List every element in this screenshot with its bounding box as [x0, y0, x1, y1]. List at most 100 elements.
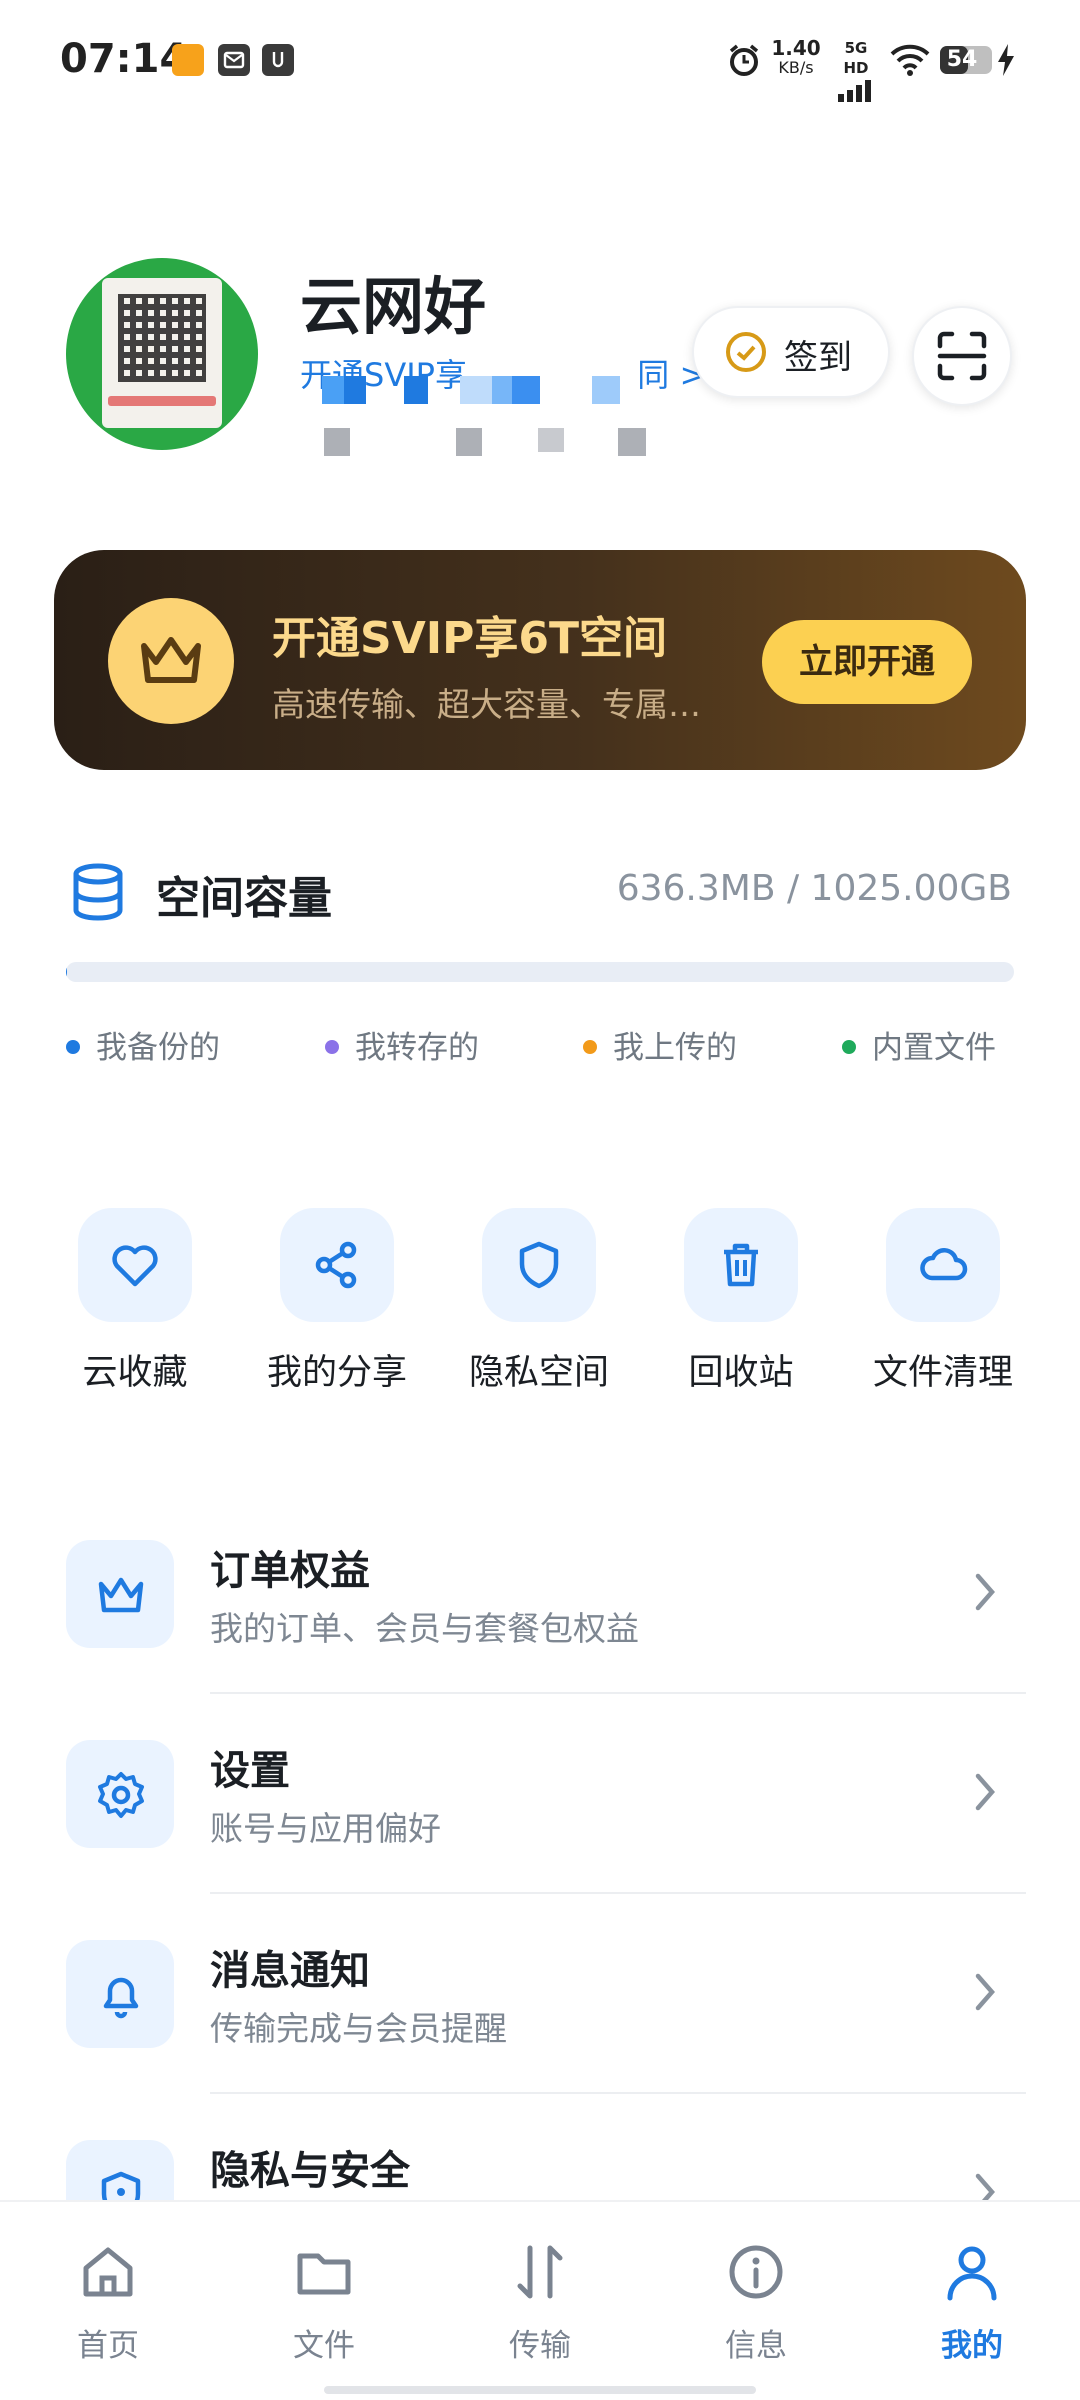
quick-action-tile	[886, 1208, 1000, 1322]
legend-label: 内置文件	[872, 1030, 996, 1066]
menu-icon-tile	[66, 1940, 174, 2048]
cloud-icon	[920, 1248, 968, 1281]
charging-icon	[996, 44, 1016, 80]
menu-item-settings[interactable]: 设置 账号与应用偏好	[0, 1740, 1080, 1940]
legend-item-saved: 我转存的	[325, 1022, 479, 1067]
username: 云网好	[300, 270, 487, 343]
legend-item-backup: 我备份的	[66, 1022, 220, 1067]
svip-banner[interactable]: 开通SVIP享6T空间 高速传输、超大容量、专属… 立即开通	[54, 550, 1026, 770]
quick-action-private-space[interactable]: 隐私空间	[438, 1208, 638, 1398]
home-icon	[83, 2247, 133, 2297]
taobao-app-icon	[172, 44, 204, 76]
qr-image	[118, 294, 206, 382]
checkin-label: 签到	[784, 338, 852, 378]
shield-icon	[519, 1241, 559, 1289]
gear-icon	[98, 1772, 144, 1818]
heart-icon	[112, 1245, 158, 1287]
menu-item-orders[interactable]: 订单权益 我的订单、会员与套餐包权益	[0, 1540, 1080, 1740]
signal-icon	[838, 80, 871, 102]
menu-title: 设置	[210, 1748, 290, 1794]
avatar-qr-card	[102, 278, 222, 428]
quick-action-tile	[280, 1208, 394, 1322]
battery-indicator: 54	[940, 46, 992, 74]
menu-divider	[210, 1892, 1026, 1894]
quick-action-label: 我的分享	[266, 1353, 407, 1393]
nav-label: 我的	[941, 2328, 1003, 2364]
menu-title: 订单权益	[210, 1548, 370, 1594]
crown-icon	[98, 1577, 144, 1613]
network-type-label: 5G HD	[843, 39, 869, 77]
redacted-id	[300, 428, 660, 458]
menu-title: 隐私与安全	[210, 2148, 410, 2194]
open-svip-button[interactable]: 立即开通	[762, 620, 972, 704]
storage-usage: 636.3MB / 1025.00GB	[616, 868, 1012, 909]
quick-action-label: 回收站	[688, 1353, 794, 1393]
user-icon	[947, 2246, 997, 2301]
bell-icon	[103, 1977, 139, 2019]
info-icon	[729, 2245, 783, 2299]
chevron-right-icon	[975, 1773, 995, 1811]
status-bar: 07:14 1.40 KB/s 5G HD 54	[0, 0, 1080, 120]
nav-mine[interactable]: 我的	[872, 2242, 1072, 2372]
menu-subtitle: 传输完成与会员提醒	[210, 2009, 507, 2048]
legend-label: 我上传的	[613, 1030, 737, 1066]
net-speed-unit: KB/s	[778, 58, 814, 77]
quick-action-label: 云收藏	[82, 1353, 188, 1393]
legend-dot	[842, 1039, 856, 1054]
legend-label: 我转存的	[355, 1030, 479, 1066]
legend-dot	[325, 1039, 339, 1054]
quick-action-tile	[78, 1208, 192, 1322]
folder-icon	[297, 2253, 351, 2295]
quick-action-label: 文件清理	[872, 1353, 1013, 1393]
quick-action-shares[interactable]: 我的分享	[236, 1208, 436, 1398]
menu-divider	[210, 1692, 1026, 1694]
storage-progress-fill	[66, 962, 67, 982]
battery-level: 54	[946, 47, 978, 72]
database-icon	[70, 862, 126, 922]
legend-dot	[66, 1039, 80, 1054]
nav-home[interactable]: 首页	[8, 2242, 208, 2372]
scan-icon	[937, 331, 987, 381]
quick-action-recycle-bin[interactable]: 回收站	[640, 1208, 840, 1398]
quick-action-label: 隐私空间	[468, 1353, 609, 1393]
avatar[interactable]	[66, 258, 258, 450]
nav-label: 文件	[293, 2328, 355, 2364]
quick-action-tile	[684, 1208, 798, 1322]
net-speed-value: 1.40	[771, 36, 821, 60]
network-type: 5G HD	[830, 38, 882, 102]
nav-label: 首页	[77, 2328, 139, 2364]
crown-icon	[141, 637, 201, 683]
share-icon	[315, 1241, 357, 1289]
nav-transfer[interactable]: 传输	[440, 2242, 640, 2372]
quick-action-tile	[482, 1208, 596, 1322]
menu-subtitle: 我的订单、会员与套餐包权益	[210, 1609, 639, 1648]
alarm-icon	[726, 42, 762, 82]
menu-item-notifications[interactable]: 消息通知 传输完成与会员提醒	[0, 1940, 1080, 2140]
trash-icon	[724, 1243, 758, 1287]
status-time: 07:14	[60, 36, 188, 82]
menu-divider	[210, 2092, 1026, 2094]
banner-title: 开通SVIP享6T空间	[272, 613, 667, 664]
chevron-right-icon	[975, 1973, 995, 2011]
storage-title: 空间容量	[156, 873, 332, 924]
redacted-text	[322, 376, 622, 406]
menu-title: 消息通知	[210, 1948, 370, 1994]
storage-progress-bar	[66, 962, 1014, 982]
scan-button[interactable]	[912, 306, 1012, 406]
nav-info[interactable]: 信息	[656, 2242, 856, 2372]
crown-badge	[108, 598, 234, 724]
home-indicator	[324, 2386, 756, 2394]
nav-files[interactable]: 文件	[224, 2242, 424, 2372]
checkin-button[interactable]: 签到	[692, 306, 890, 398]
quick-action-favorites[interactable]: 云收藏	[34, 1208, 234, 1398]
menu-icon-tile	[66, 1540, 174, 1648]
chevron-right-icon	[975, 1573, 995, 1611]
qr-caption	[108, 396, 216, 406]
legend-item-uploaded: 我上传的	[583, 1022, 737, 1067]
check-circle-icon	[726, 332, 766, 372]
banner-subtitle: 高速传输、超大容量、专属…	[272, 685, 701, 724]
menu-icon-tile	[66, 1740, 174, 1848]
legend-dot	[583, 1039, 597, 1054]
bottom-nav: 首页 文件 传输 信息 我的	[0, 2200, 1080, 2400]
quick-action-file-cleanup[interactable]: 文件清理	[842, 1208, 1042, 1398]
